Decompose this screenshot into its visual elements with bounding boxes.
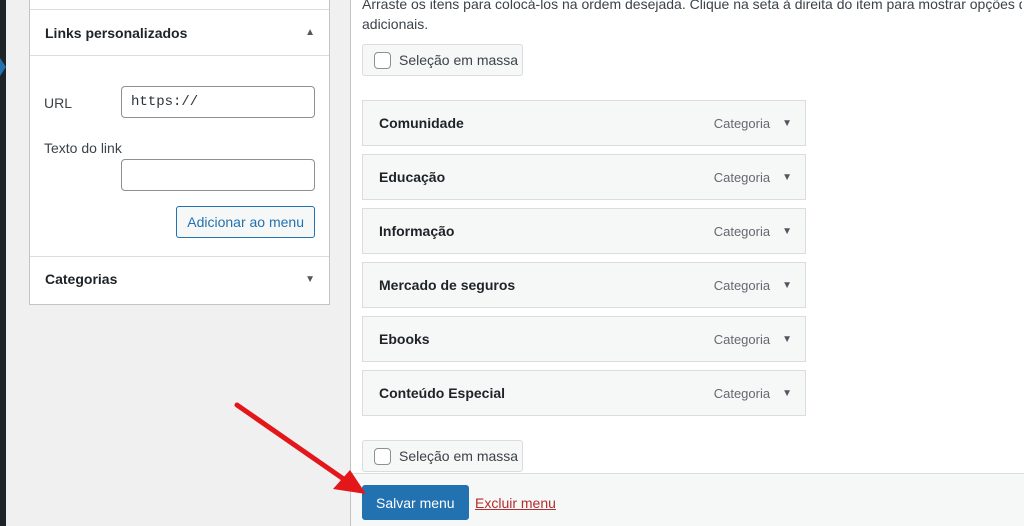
save-menu-button[interactable]: Salvar menu — [362, 485, 469, 520]
menu-item-title: Conteúdo Especial — [379, 385, 506, 401]
menu-item-title: Comunidade — [379, 115, 464, 131]
collapse-caret-up-icon[interactable]: ▲ — [305, 27, 315, 38]
menu-item-title: Educação — [379, 169, 446, 185]
custom-links-body: URL Texto do link Adicionar ao menu — [30, 55, 329, 256]
menu-item-type: Categoria — [713, 331, 771, 347]
add-to-menu-button[interactable]: Adicionar ao menu — [176, 206, 315, 238]
menu-instructions: Arraste os itens para colocá-los na orde… — [362, 0, 1022, 34]
expand-item-arrow-icon[interactable]: ▼ — [782, 280, 792, 291]
menu-item[interactable]: Comunidade Categoria ▼ — [362, 100, 806, 146]
menu-item-title: Mercado de seguros — [379, 277, 516, 293]
link-text-input[interactable] — [121, 159, 315, 191]
categories-header[interactable]: Categorias ▼ — [30, 256, 329, 301]
bulk-select-top[interactable]: Seleção em massa — [362, 44, 523, 76]
menu-footer: Salvar menu Excluir menu — [351, 473, 1024, 526]
add-menu-items-accordion: Links personalizados ▲ URL Texto do link… — [29, 0, 330, 305]
menu-item[interactable]: Informação Categoria ▼ — [362, 208, 806, 254]
admin-sidebar — [0, 0, 6, 526]
menu-item[interactable]: Mercado de seguros Categoria ▼ — [362, 262, 806, 308]
instructions-line-2: adicionais. — [362, 16, 429, 32]
menu-item-type: Categoria — [713, 277, 771, 293]
instructions-line-1: Arraste os itens para colocá-los na orde… — [362, 0, 1022, 12]
delete-menu-link[interactable]: Excluir menu — [475, 495, 556, 511]
menu-item-type: Categoria — [713, 169, 771, 185]
bulk-select-checkbox[interactable] — [374, 51, 391, 69]
menu-item-type: Categoria — [713, 223, 771, 239]
expand-item-arrow-icon[interactable]: ▼ — [782, 172, 792, 183]
expand-item-arrow-icon[interactable]: ▼ — [782, 226, 792, 237]
categories-title: Categorias — [45, 271, 118, 287]
url-input[interactable] — [121, 86, 315, 118]
expand-item-arrow-icon[interactable]: ▼ — [782, 388, 792, 399]
menu-item-title: Ebooks — [379, 331, 430, 347]
previous-section-edge — [30, 0, 329, 10]
menu-item[interactable]: Ebooks Categoria ▼ — [362, 316, 806, 362]
bulk-select-bottom[interactable]: Seleção em massa — [362, 440, 523, 472]
menu-item[interactable]: Educação Categoria ▼ — [362, 154, 806, 200]
expand-item-arrow-icon[interactable]: ▼ — [782, 334, 792, 345]
current-menu-pointer-icon — [0, 58, 6, 76]
expand-item-arrow-icon[interactable]: ▼ — [782, 118, 792, 129]
annotation-arrow-shaft — [234, 402, 348, 483]
menu-structure-panel: Arraste os itens para colocá-los na orde… — [350, 0, 1024, 526]
url-label: URL — [44, 95, 73, 111]
bulk-select-checkbox[interactable] — [374, 447, 391, 465]
bulk-select-label: Seleção em massa — [399, 52, 519, 68]
custom-links-header[interactable]: Links personalizados ▲ — [30, 10, 329, 55]
menu-item-title: Informação — [379, 223, 455, 239]
menu-item-type: Categoria — [713, 385, 771, 401]
expand-caret-down-icon[interactable]: ▼ — [305, 274, 315, 285]
link-text-label: Texto do link — [44, 140, 122, 156]
menu-item-type: Categoria — [713, 115, 771, 131]
menu-item[interactable]: Conteúdo Especial Categoria ▼ — [362, 370, 806, 416]
bulk-select-label: Seleção em massa — [399, 448, 519, 464]
custom-links-title: Links personalizados — [45, 24, 188, 41]
